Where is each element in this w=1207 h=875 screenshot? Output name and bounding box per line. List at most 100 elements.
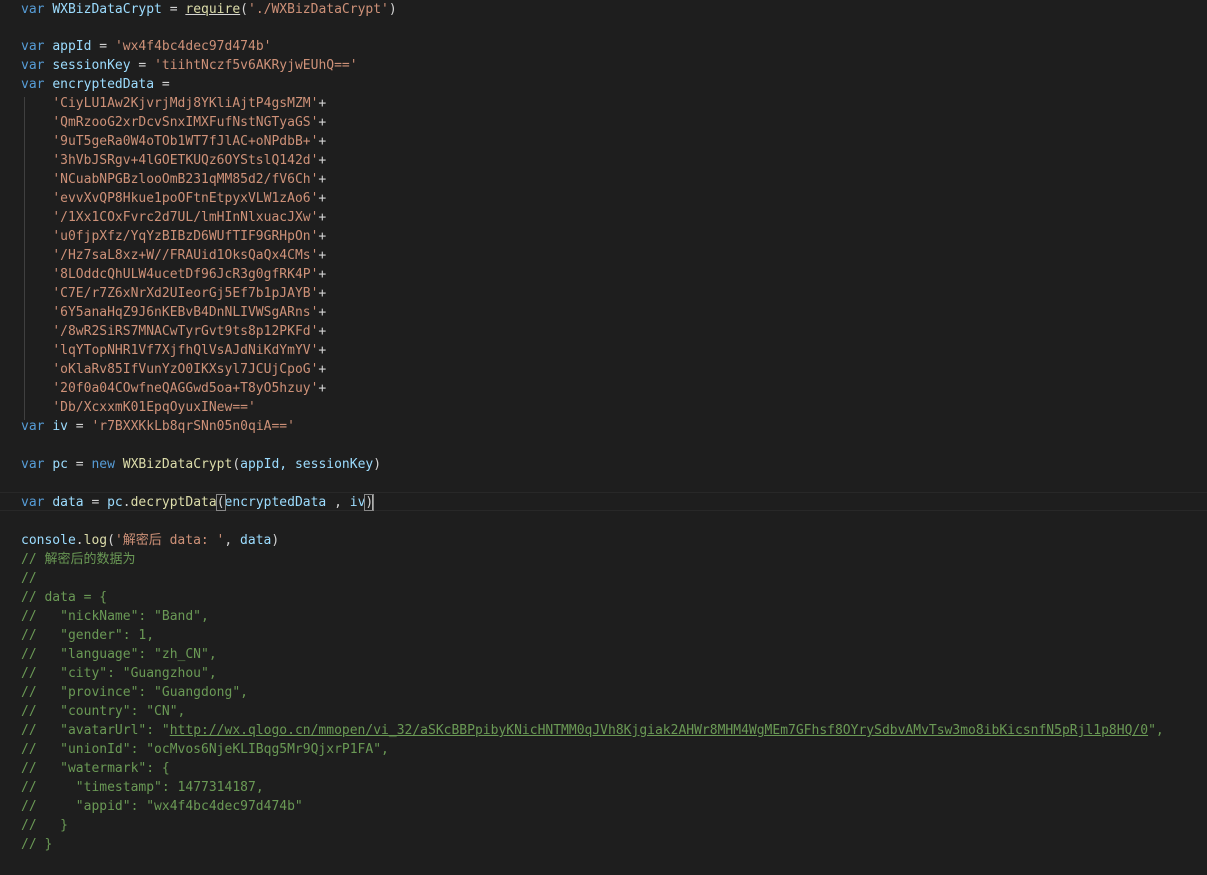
code-line-require[interactable]: var WXBizDataCrypt = require('./WXBizDat… bbox=[21, 0, 397, 19]
string-literal: 'evvXvQP8Hkue1poOFtnEtpyxVLW1zAo6' bbox=[52, 191, 319, 206]
string-literal: '/1Xx1COxFvrc2d7UL/lmHInNlxuacJXw' bbox=[52, 210, 319, 225]
code-line-encrypted-part[interactable]: 'CiyLU1Aw2KjvrjMdj8YKliAjtP4gsMZM'+ bbox=[21, 94, 326, 113]
code-line-encrypted-part[interactable]: '20f0a04COwfneQAGGwd5oa+T8yO5hzuy'+ bbox=[21, 379, 326, 398]
code-line-sessionkey[interactable]: var sessionKey = 'tiihtNczf5v6AKRyjwEUhQ… bbox=[21, 56, 358, 75]
comment-line[interactable]: // "language": "zh_CN", bbox=[21, 645, 217, 664]
comment-line[interactable]: // "timestamp": 1477314187, bbox=[21, 778, 264, 797]
code-line-encrypted-part[interactable]: '8LOddcQhULW4ucetDf96JcR3g0gfRK4P'+ bbox=[21, 265, 326, 284]
string-literal: '20f0a04COwfneQAGGwd5oa+T8yO5hzuy' bbox=[52, 381, 319, 396]
identifier: WXBizDataCrypt bbox=[52, 2, 162, 17]
keyword: var bbox=[21, 419, 45, 434]
string-literal: './WXBizDataCrypt' bbox=[248, 2, 389, 17]
identifier: encryptedData bbox=[52, 77, 155, 92]
string-literal: 'C7E/r7Z6xNrXd2UIeorGj5Ef7b1pJAYB' bbox=[52, 286, 319, 301]
code-line-encrypted-part[interactable]: 'oKlaRv85IfVunYzO0IKXsyl7JCUjCpoG'+ bbox=[21, 360, 326, 379]
code-line-encrypted-part[interactable]: '9uT5geRa0W4oTOb1WT7fJlAC+oNPdbB+'+ bbox=[21, 132, 326, 151]
keyword-new: new bbox=[91, 457, 115, 472]
function-name: require bbox=[185, 2, 241, 17]
code-editor[interactable]: var WXBizDataCrypt = require ( './WXBizDat… bbox=[0, 0, 1207, 875]
method-name: decryptData bbox=[130, 495, 217, 510]
class-name: WXBizDataCrypt bbox=[122, 457, 233, 472]
method-name: log bbox=[83, 533, 108, 548]
keyword: var bbox=[21, 58, 45, 73]
keyword: var bbox=[21, 77, 45, 92]
comment-line[interactable]: // "gender": 1, bbox=[21, 626, 154, 645]
code-line-encrypted-part[interactable]: '/Hz7saL8xz+W//FRAUid1OksQaQx4CMs'+ bbox=[21, 246, 326, 265]
comment-line[interactable]: // "watermark": { bbox=[21, 759, 170, 778]
string-literal: '/8wR2SiRS7MNACwTyrGvt9ts8p12PKFd' bbox=[52, 324, 319, 339]
comment-number: 1477314187 bbox=[177, 780, 256, 795]
keyword: var bbox=[21, 39, 45, 54]
comment-line[interactable]: // bbox=[21, 569, 37, 588]
comment-text: , bbox=[255, 780, 264, 795]
string-literal: '3hVbJSRgv+4lGOETKUQz6OYStslQ142d' bbox=[52, 153, 319, 168]
string-literal: 'wx4f4bc4dec97d474b' bbox=[114, 39, 272, 54]
string-literal: '解密后 data: ' bbox=[114, 533, 225, 548]
code-line-encrypted-part[interactable]: '/1Xx1COxFvrc2d7UL/lmHInNlxuacJXw'+ bbox=[21, 208, 326, 227]
comment-line[interactable]: // 解密后的数据为 bbox=[21, 550, 135, 569]
code-line-encrypted-part[interactable]: '3hVbJSRgv+4lGOETKUQz6OYStslQ142d'+ bbox=[21, 151, 326, 170]
string-literal: '8LOddcQhULW4ucetDf96JcR3g0gfRK4P' bbox=[52, 267, 319, 282]
identifier: sessionKey bbox=[52, 58, 131, 73]
code-line-new-instance[interactable]: var pc = new WXBizDataCrypt(appId, sessi… bbox=[21, 455, 381, 474]
comment-text: , bbox=[146, 628, 155, 643]
comment-line[interactable]: // } bbox=[21, 835, 52, 854]
keyword: var bbox=[21, 457, 45, 472]
comment-line[interactable]: // "avatarUrl": "http://wx.qlogo.cn/mmop… bbox=[21, 721, 1164, 740]
code-line-encrypted-part[interactable]: 'Db/XcxxmK01EpqOyuxINew==' bbox=[21, 398, 256, 417]
string-literal: '/Hz7saL8xz+W//FRAUid1OksQaQx4CMs' bbox=[52, 248, 319, 263]
string-literal: 'Db/XcxxmK01EpqOyuxINew==' bbox=[52, 400, 256, 415]
string-literal: 'u0fjpXfz/YqYzBIBzD6WUfTIF9GRHpOn' bbox=[52, 229, 319, 244]
code-line-encrypted-part[interactable]: 'u0fjpXfz/YqYzBIBzD6WUfTIF9GRHpOn'+ bbox=[21, 227, 326, 246]
string-literal: 'r7BXXKkLb8qrSNn05n0qiA==' bbox=[91, 419, 295, 434]
bracket-open: ( bbox=[215, 494, 226, 511]
arguments: appId, sessionKey bbox=[240, 457, 374, 472]
comment-text: // "avatarUrl": " bbox=[21, 723, 170, 738]
operator: = bbox=[161, 2, 186, 17]
code-line-encrypted-part[interactable]: 'NCuabNPGBzlooOmB231qMM85d2/fV6Ch'+ bbox=[21, 170, 326, 189]
code-line-iv[interactable]: var iv = 'r7BXXKkLb8qrSNn05n0qiA==' bbox=[21, 417, 295, 436]
comment-line[interactable]: // "unionId": "ocMvos6NjeKLIBqg5Mr9QjxrP… bbox=[21, 740, 389, 759]
code-line-encrypted-part[interactable]: 'C7E/r7Z6xNrXd2UIeorGj5Ef7b1pJAYB'+ bbox=[21, 284, 326, 303]
keyword: var bbox=[21, 2, 45, 17]
code-line-encrypteddata[interactable]: var encryptedData = bbox=[21, 75, 170, 94]
comment-line[interactable]: // "city": "Guangzhou", bbox=[21, 664, 217, 683]
text-cursor bbox=[372, 494, 374, 511]
code-line-encrypted-part[interactable]: '/8wR2SiRS7MNACwTyrGvt9ts8p12PKFd'+ bbox=[21, 322, 326, 341]
string-literal: 'QmRzooG2xrDcvSnxIMXFufNstNGTyaGS' bbox=[52, 115, 319, 130]
object-name: pc bbox=[107, 495, 123, 510]
comment-text: ", bbox=[1148, 723, 1164, 738]
string-literal: 'oKlaRv85IfVunYzO0IKXsyl7JCUjCpoG' bbox=[52, 362, 319, 377]
argument: encryptedData bbox=[224, 495, 327, 510]
comment-text: // "gender": bbox=[21, 628, 139, 643]
code-line-encrypted-part[interactable]: '6Y5anaHqZ9J6nKEBvB4DnNLIVWSgARns'+ bbox=[21, 303, 326, 322]
code-line-decrypt[interactable]: var data = pc.decryptData(encryptedData … bbox=[21, 493, 375, 512]
string-literal: '6Y5anaHqZ9J6nKEBvB4DnNLIVWSgARns' bbox=[52, 305, 319, 320]
object-name: console bbox=[21, 533, 76, 548]
comment-line[interactable]: // "province": "Guangdong", bbox=[21, 683, 248, 702]
string-literal: 'lqYTopNHR1Vf7XjfhQlVsAJdNiKdYmYV' bbox=[52, 343, 319, 358]
comment-line[interactable]: // "appid": "wx4f4bc4dec97d474b" bbox=[21, 797, 303, 816]
comment-link[interactable]: http://wx.qlogo.cn/mmopen/vi_32/aSKcBBPp… bbox=[170, 723, 1148, 738]
code-line-appid[interactable]: var appId = 'wx4f4bc4dec97d474b' bbox=[21, 37, 271, 56]
string-literal: 'CiyLU1Aw2KjvrjMdj8YKliAjtP4gsMZM' bbox=[52, 96, 319, 111]
comment-line[interactable]: // "nickName": "Band", bbox=[21, 607, 209, 626]
comment-line[interactable]: // "country": "CN", bbox=[21, 702, 185, 721]
comment-line[interactable]: // data = { bbox=[21, 588, 107, 607]
string-literal: 'NCuabNPGBzlooOmB231qMM85d2/fV6Ch' bbox=[52, 172, 319, 187]
code-line-encrypted-part[interactable]: 'QmRzooG2xrDcvSnxIMXFufNstNGTyaGS'+ bbox=[21, 113, 326, 132]
comment-text: // "timestamp": bbox=[21, 780, 178, 795]
keyword: var bbox=[21, 495, 45, 510]
comment-line[interactable]: // } bbox=[21, 816, 68, 835]
identifier: iv bbox=[52, 419, 68, 434]
argument: iv bbox=[349, 495, 366, 510]
identifier: data bbox=[52, 495, 84, 510]
identifier: pc bbox=[52, 457, 68, 472]
code-line-console-log[interactable]: console.log('解密后 data: ', data) bbox=[21, 531, 279, 550]
string-literal: 'tiihtNczf5v6AKRyjwEUhQ==' bbox=[154, 58, 358, 73]
argument: data bbox=[240, 533, 272, 548]
code-line-encrypted-part[interactable]: 'evvXvQP8Hkue1poOFtnEtpyxVLW1zAo6'+ bbox=[21, 189, 326, 208]
identifier: appId bbox=[52, 39, 92, 54]
code-line-encrypted-part[interactable]: 'lqYTopNHR1Vf7XjfhQlVsAJdNiKdYmYV'+ bbox=[21, 341, 326, 360]
string-literal: '9uT5geRa0W4oTOb1WT7fJlAC+oNPdbB+' bbox=[52, 134, 319, 149]
